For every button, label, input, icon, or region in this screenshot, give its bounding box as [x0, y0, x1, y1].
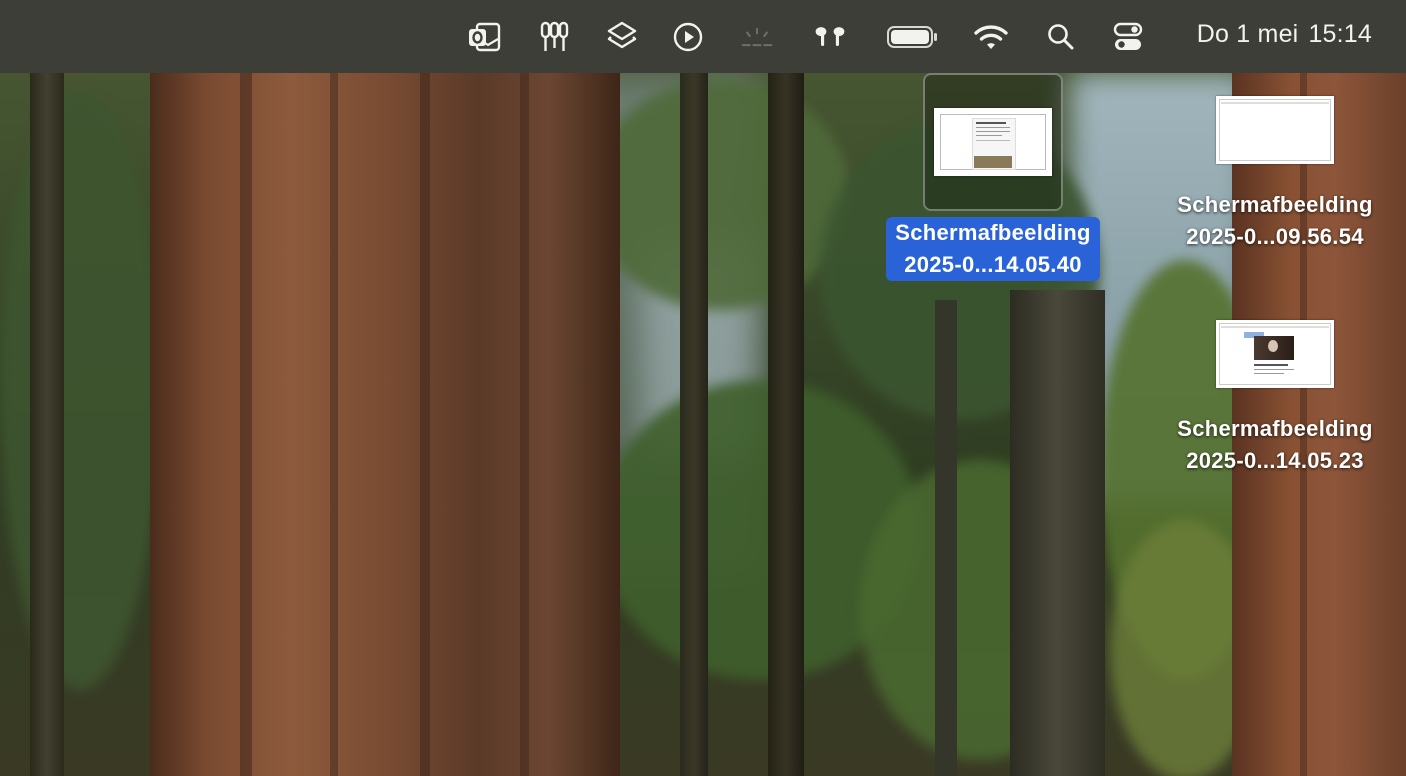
- clock-day: Do 1 mei: [1196, 20, 1299, 48]
- desktop-file-screenshot-1[interactable]: Schermafbeelding 2025-0...14.05.40: [872, 73, 1114, 281]
- clock-time: 15:14: [1308, 20, 1372, 48]
- file-name-line1: Schermafbeelding: [1177, 192, 1373, 217]
- outlook-icon[interactable]: [466, 19, 502, 55]
- layers-icon[interactable]: [604, 19, 640, 55]
- file-thumbnail-frame[interactable]: [1205, 73, 1345, 187]
- file-name-line2: 2025-0...14.05.23: [1186, 448, 1364, 473]
- file-thumbnail-frame[interactable]: [923, 73, 1063, 211]
- file-name-line1: Schermafbeelding: [1177, 416, 1373, 441]
- brightness-icon[interactable]: [739, 19, 775, 55]
- desktop-file-screenshot-2[interactable]: Schermafbeelding 2025-0...09.56.54: [1155, 73, 1395, 253]
- airpods-icon[interactable]: [812, 19, 848, 55]
- menubar-clock[interactable]: Do 1 mei 15:14: [1197, 20, 1372, 49]
- file-thumbnail: [1216, 96, 1334, 164]
- file-name-line1: Schermafbeelding: [895, 220, 1091, 245]
- file-name-line2: 2025-0...09.56.54: [1186, 224, 1364, 249]
- desktop-file-screenshot-3[interactable]: Schermafbeelding 2025-0...14.05.23: [1155, 297, 1395, 477]
- keychain-icon[interactable]: [536, 19, 572, 55]
- search-icon[interactable]: [1043, 19, 1079, 55]
- play-circle-icon[interactable]: [670, 19, 706, 55]
- menu-bar: Do 1 mei 15:14: [0, 0, 1406, 73]
- file-name-label[interactable]: Schermafbeelding 2025-0...14.05.23: [1168, 413, 1382, 477]
- file-name-line2: 2025-0...14.05.40: [904, 252, 1082, 277]
- file-name-label[interactable]: Schermafbeelding 2025-0...14.05.40: [886, 217, 1100, 281]
- file-thumbnail-frame[interactable]: [1205, 297, 1345, 411]
- battery-icon[interactable]: [884, 19, 940, 55]
- wifi-icon[interactable]: [973, 19, 1009, 55]
- control-center-icon[interactable]: [1110, 19, 1146, 55]
- file-thumbnail: [934, 108, 1052, 176]
- file-thumbnail: [1216, 320, 1334, 388]
- file-name-label[interactable]: Schermafbeelding 2025-0...09.56.54: [1168, 189, 1382, 253]
